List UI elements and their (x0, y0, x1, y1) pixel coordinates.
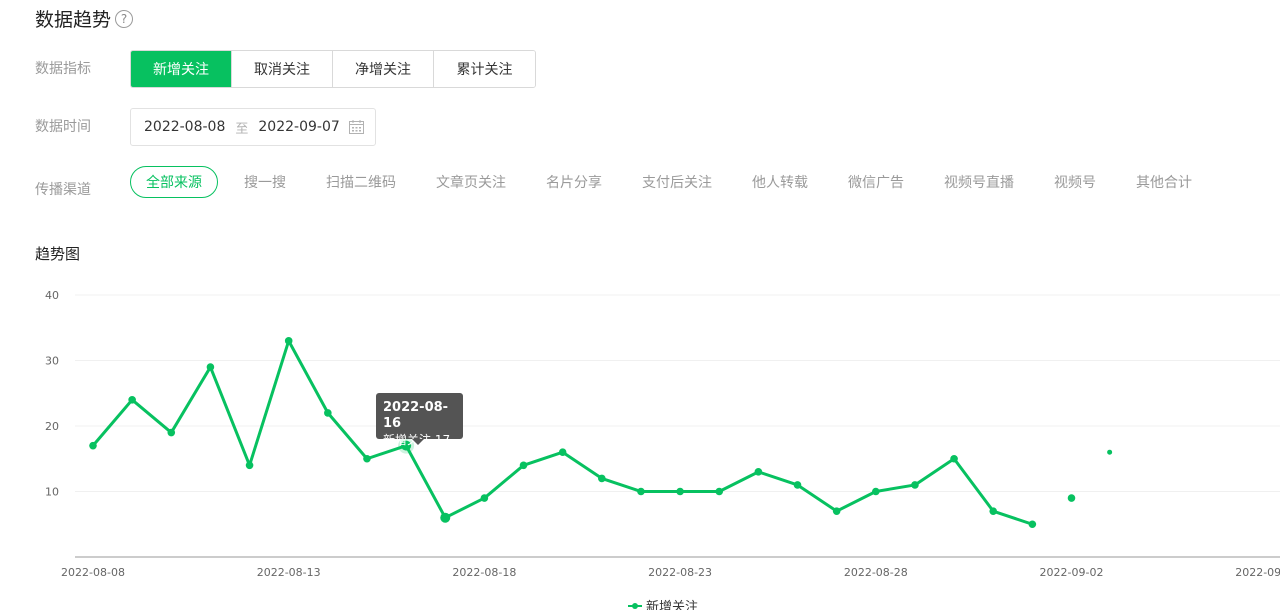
data-point (598, 474, 606, 483)
tab-new-follow[interactable]: 新增关注 (131, 51, 232, 87)
metric-tabs: 新增关注 取消关注 净增关注 累计关注 (130, 50, 536, 88)
data-point (793, 481, 802, 489)
date-start-input[interactable]: 2022-08-08 (144, 119, 225, 135)
data-point (637, 487, 645, 496)
data-point (989, 507, 998, 515)
channel-after-pay[interactable]: 支付后关注 (642, 172, 712, 192)
channel-article[interactable]: 文章页关注 (436, 172, 506, 192)
y-tick-label: 30 (45, 355, 59, 368)
channel-video[interactable]: 视频号 (1054, 172, 1096, 192)
tab-total-follow[interactable]: 累计关注 (434, 51, 535, 87)
data-point (1107, 449, 1113, 455)
data-point (167, 428, 176, 437)
series-line (91, 339, 1033, 526)
channel-all[interactable]: 全部来源 (130, 166, 218, 198)
channel-ads[interactable]: 微信广告 (848, 172, 904, 192)
channel-other[interactable]: 其他合计 (1136, 172, 1192, 192)
x-tick-label: 2022-08-18 (452, 566, 516, 579)
chart-tooltip: 2022-08-16 新增关注 17 (376, 393, 463, 447)
data-point (754, 468, 763, 476)
channel-search[interactable]: 搜一搜 (244, 172, 286, 192)
data-point (715, 487, 724, 496)
date-range-picker[interactable]: 2022-08-08 至 2022-09-07 (130, 108, 376, 146)
legend-label: 新增关注 (646, 600, 699, 610)
data-point (284, 337, 293, 345)
calendar-icon[interactable] (349, 120, 364, 134)
title-row: 数据趋势 ? (35, 5, 134, 32)
channel-label: 传播渠道 (35, 182, 91, 198)
data-point (1067, 494, 1076, 502)
data-point (911, 481, 919, 489)
metric-label: 数据指标 (35, 61, 91, 77)
channel-filter: 全部来源 搜一搜 扫描二维码 文章页关注 名片分享 支付后关注 他人转载 微信广… (130, 166, 1232, 198)
x-tick-label: 2022-08-28 (844, 566, 908, 579)
y-tick-label: 20 (45, 420, 59, 433)
data-point (872, 487, 880, 496)
y-tick-label: 40 (45, 289, 59, 302)
y-tick-label: 10 (45, 486, 59, 499)
date-separator: 至 (235, 121, 249, 137)
data-point (206, 363, 215, 371)
page-title: 数据趋势 (35, 9, 112, 31)
channel-card-share[interactable]: 名片分享 (546, 172, 602, 192)
chart-legend[interactable]: 新增关注 (628, 596, 698, 610)
data-point (1028, 520, 1037, 529)
date-end-input[interactable]: 2022-09-07 (258, 119, 339, 135)
tooltip-date: 2022-08-16 (383, 400, 449, 431)
tooltip-number: 17 (434, 433, 451, 447)
data-point (324, 409, 332, 417)
tooltip-value: 新增关注 17 (383, 432, 456, 448)
data-point (832, 507, 841, 515)
data-point (676, 487, 684, 496)
data-point (519, 461, 528, 470)
x-tick-label: 2022-09-07 (1235, 566, 1280, 579)
tab-unfollow[interactable]: 取消关注 (232, 51, 333, 87)
channel-live[interactable]: 视频号直播 (944, 172, 1014, 192)
help-icon[interactable]: ? (115, 9, 134, 28)
time-label: 数据时间 (35, 119, 91, 135)
legend-line-icon (628, 601, 642, 610)
channel-repost[interactable]: 他人转载 (752, 172, 808, 192)
x-tick-label: 2022-08-13 (257, 566, 321, 579)
data-point (480, 494, 489, 502)
data-point (950, 454, 958, 463)
tab-net-follow[interactable]: 净增关注 (333, 51, 434, 87)
tooltip-series: 新增关注 (383, 433, 432, 447)
x-tick-label: 2022-08-08 (61, 566, 125, 579)
channel-qrcode[interactable]: 扫描二维码 (326, 172, 396, 192)
data-point (363, 454, 371, 463)
data-point (558, 448, 567, 456)
data-point (245, 461, 254, 470)
data-point (440, 512, 451, 523)
x-tick-label: 2022-09-02 (1040, 566, 1104, 579)
trend-chart[interactable]: 10 20 30 40 2022-08-08 2022-08-13 2022-08-18 20… (0, 280, 1280, 580)
data-point (128, 396, 136, 404)
data-point (89, 441, 97, 450)
chart-title: 趋势图 (35, 245, 81, 263)
x-tick-label: 2022-08-23 (648, 566, 712, 579)
